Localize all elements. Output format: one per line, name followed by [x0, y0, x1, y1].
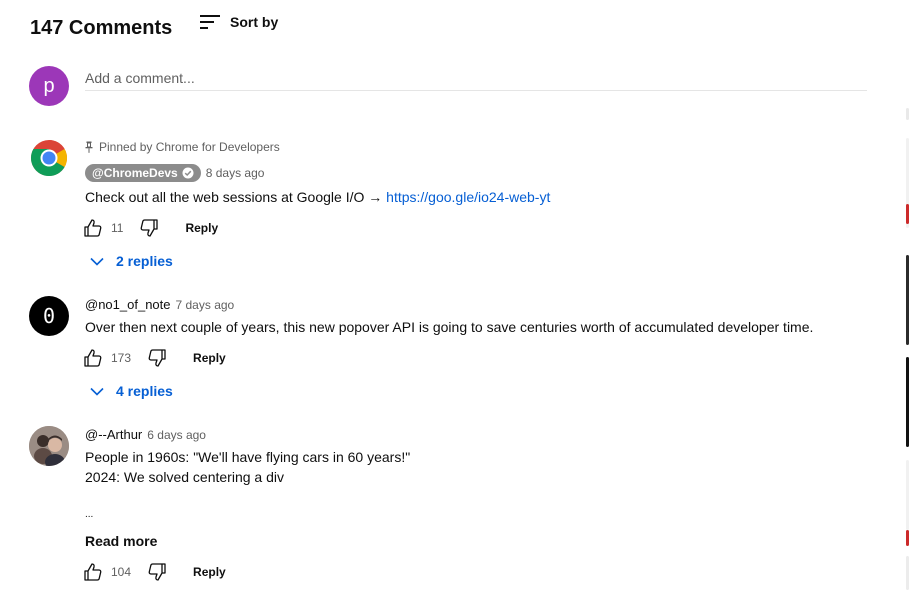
- sort-icon: [200, 15, 220, 29]
- like-count: 173: [111, 351, 132, 365]
- like-count: 11: [111, 221, 124, 235]
- replies-label: 2 replies: [116, 253, 173, 269]
- comment-text-line-1: People in 1960s: "We'll have flying cars…: [85, 449, 411, 465]
- comment-actions: 104 Reply: [83, 562, 226, 582]
- pinned-indicator: Pinned by Chrome for Developers: [85, 140, 280, 154]
- comment-link[interactable]: https://goo.gle/io24-web-yt: [386, 189, 550, 205]
- view-replies-button[interactable]: 2 replies: [90, 253, 173, 269]
- like-icon[interactable]: [83, 348, 103, 368]
- pin-icon: [85, 141, 93, 153]
- comment-actions: 173 Reply: [83, 348, 226, 368]
- author-chip[interactable]: @ChromeDevs: [85, 164, 201, 182]
- comment-timestamp[interactable]: 7 days ago: [176, 298, 235, 312]
- chrome-logo-icon: [30, 140, 68, 177]
- view-replies-button[interactable]: 4 replies: [90, 383, 173, 399]
- chrome-avatar[interactable]: [29, 138, 69, 178]
- author-handle: @ChromeDevs: [92, 166, 178, 180]
- truncation-ellipsis: ...: [85, 509, 94, 520]
- comment-header: @ChromeDevs 8 days ago: [85, 164, 264, 182]
- verified-icon: [182, 167, 194, 179]
- comment-header: @--Arthur 6 days ago: [85, 427, 206, 442]
- avatar-glyph: 0: [42, 304, 56, 328]
- read-more-button[interactable]: Read more: [85, 533, 157, 549]
- comment-actions: 11 Reply: [83, 218, 218, 238]
- comment-body: Check out all the web sessions at Google…: [85, 187, 550, 207]
- comment-timestamp[interactable]: 8 days ago: [206, 166, 265, 180]
- comments-count-title: 147 Comments: [30, 17, 173, 39]
- add-comment-input[interactable]: [85, 66, 867, 91]
- reply-button[interactable]: Reply: [193, 565, 226, 579]
- like-icon[interactable]: [83, 218, 103, 238]
- dislike-icon[interactable]: [139, 218, 159, 238]
- comment-timestamp[interactable]: 6 days ago: [147, 428, 206, 442]
- author-handle[interactable]: @--Arthur: [85, 427, 142, 442]
- chevron-down-icon: [90, 387, 104, 396]
- replies-label: 4 replies: [116, 383, 173, 399]
- user-avatar: p: [29, 66, 69, 106]
- like-icon[interactable]: [83, 562, 103, 582]
- profile-photo-icon: [29, 426, 69, 466]
- comment-text: Over then next couple of years, this new…: [85, 319, 814, 335]
- reply-button[interactable]: Reply: [193, 351, 226, 365]
- comment-text-line-2: 2024: We solved centering a div: [85, 469, 284, 485]
- pinned-label: Pinned by Chrome for Developers: [99, 140, 280, 154]
- author-handle[interactable]: @no1_of_note: [85, 297, 171, 312]
- comment-text: Check out all the web sessions at Google…: [85, 189, 387, 205]
- like-count: 104: [111, 565, 132, 579]
- arthur-avatar[interactable]: [29, 426, 69, 466]
- dislike-icon[interactable]: [147, 348, 167, 368]
- sort-by-label: Sort by: [230, 14, 279, 30]
- reply-button[interactable]: Reply: [185, 221, 218, 235]
- dislike-icon[interactable]: [147, 562, 167, 582]
- sort-by-button[interactable]: Sort by: [200, 14, 278, 30]
- comment-header: @no1_of_note 7 days ago: [85, 297, 234, 312]
- no1-avatar[interactable]: 0: [29, 296, 69, 336]
- chevron-down-icon: [90, 257, 104, 266]
